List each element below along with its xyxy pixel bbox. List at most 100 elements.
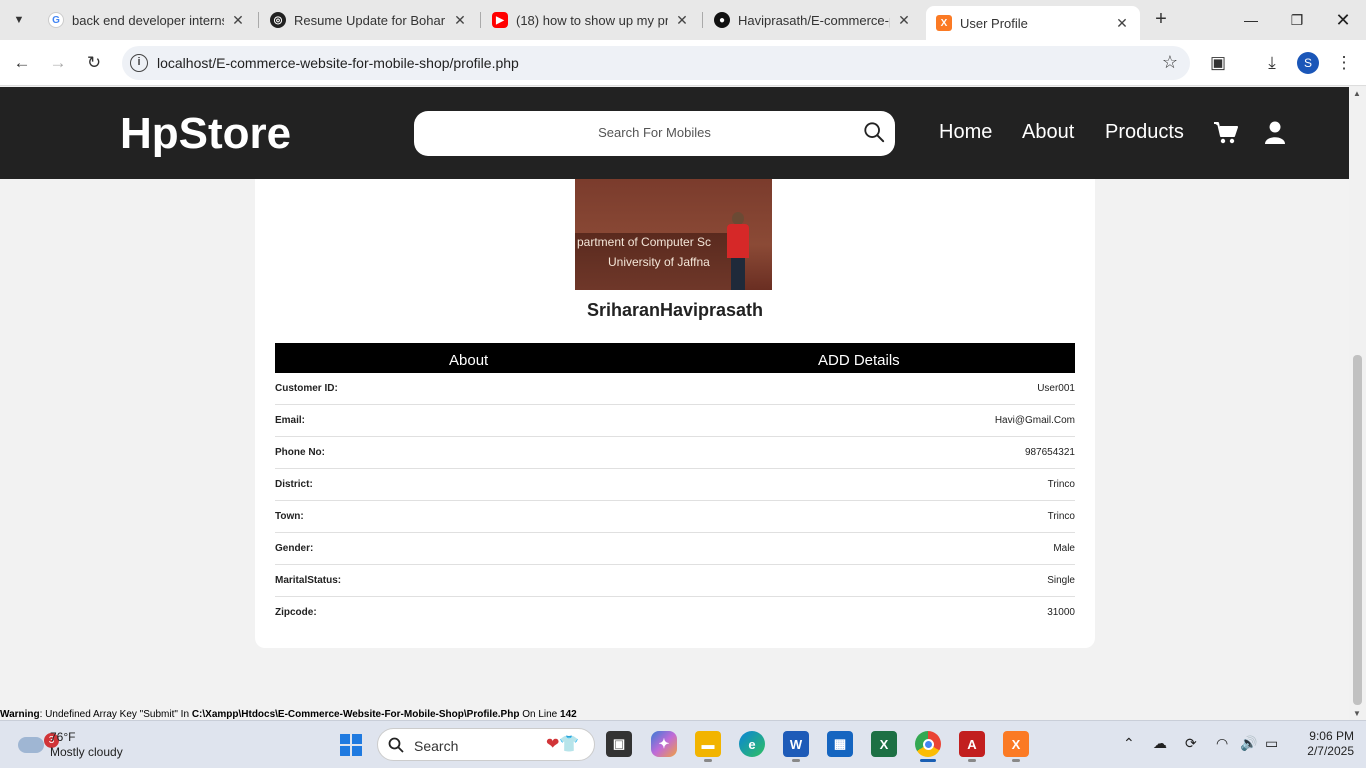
edge-icon[interactable]: e <box>739 731 765 757</box>
tab-add-details[interactable]: ADD Details <box>818 352 900 369</box>
user-icon[interactable] <box>1262 120 1288 146</box>
scrollbar-thumb[interactable] <box>1353 355 1362 705</box>
warning-line-number: 142 <box>560 709 577 720</box>
close-tab-icon[interactable]: ✕ <box>230 12 246 29</box>
minimize-icon[interactable]: — <box>1228 0 1274 40</box>
tab-title: Resume Update for Bohar <box>294 12 446 28</box>
back-arrow-icon[interactable]: ← <box>10 51 34 75</box>
detail-row: Town: Trinco <box>275 501 1075 533</box>
browser-tab[interactable]: ● Haviprasath/E-commerce-pl ✕ <box>704 0 922 40</box>
taskbar-search[interactable]: Search ❤👕 <box>377 728 595 761</box>
onedrive-off-icon[interactable]: ☁ <box>1153 735 1167 752</box>
file-explorer-icon[interactable]: ▬ <box>695 731 721 757</box>
tab-divider <box>480 12 481 28</box>
task-view-icon[interactable]: ▣ <box>606 731 632 757</box>
detail-label: Phone No: <box>275 447 325 458</box>
taskbar-search-label: Search <box>414 738 459 754</box>
nav-products-link[interactable]: Products <box>1105 121 1184 144</box>
close-tab-icon[interactable]: ✕ <box>896 12 912 29</box>
acrobat-icon[interactable]: A <box>959 731 985 757</box>
detail-row: Customer ID: User001 <box>275 373 1075 405</box>
running-indicator <box>1012 759 1020 762</box>
detail-value: Havi@Gmail.Com <box>994 415 1075 426</box>
wifi-icon[interactable]: ◠ <box>1216 735 1228 752</box>
search-placeholder: Search For Mobiles <box>598 125 711 140</box>
tab-divider <box>258 12 259 28</box>
forward-arrow-icon[interactable]: → <box>46 51 70 75</box>
nav-about-link[interactable]: About <box>1022 121 1074 144</box>
new-tab-plus-icon[interactable]: + <box>1150 8 1172 31</box>
close-tab-icon[interactable]: ✕ <box>1114 15 1130 32</box>
restore-icon[interactable]: ❐ <box>1274 0 1320 40</box>
bookmark-star-icon[interactable]: ☆ <box>1162 52 1178 73</box>
detail-label: Email: <box>275 415 306 426</box>
profile-name: SriharanHaviprasath <box>586 300 764 320</box>
browser-tab[interactable]: ▶ (18) how to show up my priv ✕ <box>482 0 700 40</box>
youtube-icon: ▶ <box>492 12 508 28</box>
active-indicator <box>920 759 936 762</box>
browser-tab[interactable]: G back end developer internsh ✕ <box>38 0 256 40</box>
windows-start-icon[interactable] <box>339 733 363 757</box>
detail-row: Phone No: 987654321 <box>275 437 1075 469</box>
warning-line-text: On Line <box>519 709 561 720</box>
warning-message: : Undefined Array Key "Submit" In <box>39 709 192 720</box>
scroll-down-arrow-icon[interactable]: ▼ <box>1353 709 1361 718</box>
profile-card: partment of Computer Sc University of Ja… <box>255 147 1095 648</box>
reload-icon[interactable]: ↻ <box>82 51 106 75</box>
site-info-icon[interactable]: i <box>130 54 148 72</box>
weather-widget[interactable]: 3 76°F Mostly cloudy <box>14 727 164 763</box>
close-tab-icon[interactable]: ✕ <box>674 12 690 29</box>
nav-home-link[interactable]: Home <box>939 121 992 144</box>
url-text[interactable]: localhost/E-commerce-website-for-mobile-… <box>157 55 519 71</box>
tab-about[interactable]: About <box>449 352 488 369</box>
detail-value: Male <box>1053 543 1075 554</box>
volume-icon[interactable]: 🔊 <box>1240 735 1257 752</box>
detail-value: Trinco <box>1047 511 1075 522</box>
detail-label: Customer ID: <box>275 383 338 394</box>
page-viewport: HpStore Search For Mobiles Home About Pr… <box>0 87 1366 720</box>
word-icon[interactable]: W <box>783 731 809 757</box>
tab-search-chevron-icon[interactable]: ▼ <box>6 7 32 33</box>
system-clock[interactable]: 9:06 PM 2/7/2025 <box>1290 729 1354 759</box>
tab-title: User Profile <box>960 15 1028 31</box>
php-warning: Warning: Undefined Array Key "Submit" In… <box>0 709 577 720</box>
extensions-puzzle-icon[interactable]: ▣ <box>1206 51 1230 75</box>
show-hidden-icons-chevron-icon[interactable]: ⌃ <box>1123 735 1135 752</box>
detail-value: Trinco <box>1047 479 1075 490</box>
cart-icon[interactable] <box>1213 120 1239 146</box>
close-tab-icon[interactable]: ✕ <box>452 12 468 29</box>
browser-tab-strip: ▼ G back end developer internsh ✕ ◎ Resu… <box>0 0 1366 40</box>
running-indicator <box>792 759 800 762</box>
chrome-icon[interactable] <box>915 731 941 757</box>
address-bar[interactable]: i localhost/E-commerce-website-for-mobil… <box>122 46 1190 80</box>
xampp-icon[interactable]: X <box>1003 731 1029 757</box>
cloud-icon <box>18 737 44 753</box>
tab-title: back end developer internsh <box>72 12 224 28</box>
scroll-up-arrow-icon[interactable]: ▲ <box>1353 89 1361 98</box>
detail-value: 31000 <box>1047 607 1075 618</box>
warning-path: C:\Xampp\Htdocs\E-Commerce-Website-For-M… <box>191 709 520 720</box>
page-scrollbar[interactable]: ▲ ▼ <box>1349 87 1366 720</box>
more-menu-icon[interactable]: ⋮ <box>1332 51 1356 75</box>
microsoft-store-icon[interactable]: ▦ <box>827 731 853 757</box>
profile-avatar[interactable]: S <box>1297 52 1319 74</box>
battery-icon[interactable]: ▭ <box>1265 735 1278 752</box>
search-input[interactable]: Search For Mobiles <box>414 111 895 156</box>
browser-tab-active[interactable]: X User Profile ✕ <box>926 6 1140 40</box>
search-icon[interactable] <box>863 121 885 143</box>
github-icon: ● <box>714 12 730 28</box>
close-window-icon[interactable]: ✕ <box>1320 0 1366 40</box>
excel-icon[interactable]: X <box>871 731 897 757</box>
detail-value: 987654321 <box>1024 447 1075 458</box>
running-indicator <box>704 759 712 762</box>
clock-time: 9:06 PM <box>1309 729 1354 743</box>
browser-tab[interactable]: ◎ Resume Update for Bohar ✕ <box>260 0 478 40</box>
tab-divider <box>702 12 703 28</box>
site-logo[interactable]: HpStore <box>120 109 291 159</box>
download-icon[interactable]: ⤓ <box>1260 51 1284 75</box>
detail-row: MaritalStatus: Single <box>275 565 1075 597</box>
update-icon[interactable]: ⟳ <box>1185 735 1197 752</box>
detail-row: Email: Havi@Gmail.Com <box>275 405 1075 437</box>
person-figure <box>725 212 751 290</box>
copilot-icon[interactable]: ✦ <box>651 731 677 757</box>
